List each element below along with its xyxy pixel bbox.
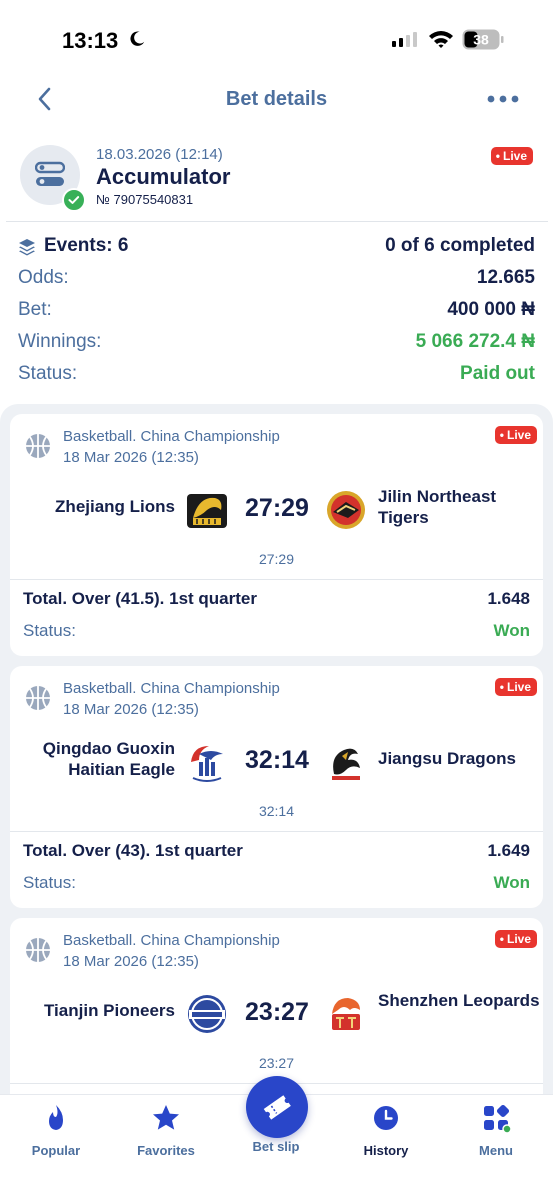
more-dots-icon[interactable] <box>486 94 520 104</box>
divider <box>6 221 548 222</box>
live-badge: Live <box>490 147 533 165</box>
signal-icon <box>392 31 417 47</box>
odd: 1.649 <box>487 841 530 860</box>
tab-label: Menu <box>479 1143 513 1158</box>
event-date: 18 Mar 2026 (12:35) <box>63 701 199 718</box>
event-status-label: Status: <box>23 873 76 892</box>
moon-icon <box>130 31 145 46</box>
event-date: 18 Mar 2026 (12:35) <box>63 953 199 970</box>
summary-events-row: Events: 6 0 of 6 completed <box>18 232 535 260</box>
toggles-icon <box>35 161 65 186</box>
divider <box>10 831 543 832</box>
event-status-label: Status: <box>23 621 76 640</box>
odds-value: 12.665 <box>476 267 535 288</box>
status-time: 13:13 <box>62 28 119 53</box>
odds-label: Odds: <box>18 267 69 288</box>
team-logo-jilin-tigers <box>327 491 365 529</box>
score: 27:29 <box>245 494 309 522</box>
market: Total. Over (41.5). 1st quarter <box>23 589 257 608</box>
battery-level: 38 <box>473 32 489 48</box>
status-value: Paid out <box>460 363 535 384</box>
basketball-icon <box>26 434 50 458</box>
status-bar: 13:13 38 <box>0 0 553 80</box>
event-time: 27:29 <box>258 551 295 567</box>
event-time: 32:14 <box>258 803 295 819</box>
team-logo-shenzhen-leopards <box>332 998 360 1030</box>
event-time: 23:27 <box>258 1055 295 1071</box>
winnings-value: 5 066 272.4 ₦ <box>415 331 535 352</box>
event-league: Basketball. China Championship <box>63 680 280 697</box>
tab-label: Favorites <box>137 1143 195 1158</box>
event-status-value: Won <box>493 621 530 640</box>
bet-type: Accumulator <box>96 164 231 189</box>
wifi-icon <box>429 31 453 48</box>
tab-history[interactable]: History <box>336 1103 436 1158</box>
team-logo-qingdao-eagles <box>191 746 223 782</box>
score: 23:27 <box>245 998 309 1026</box>
tab-label: History <box>363 1143 409 1158</box>
event-league: Basketball. China Championship <box>63 428 280 445</box>
events-list: Basketball. China Championship 18 Mar 20… <box>0 404 553 1160</box>
live-badge: Live <box>494 930 537 948</box>
bet-label: Bet: <box>18 299 52 320</box>
tab-label: Popular <box>31 1143 81 1158</box>
layers-icon <box>19 239 35 256</box>
basketball-icon <box>26 938 50 962</box>
home-team: Qingdao Guoxin Haitian Eagle <box>42 739 175 779</box>
check-icon <box>62 188 86 212</box>
summary-status-row: Status: Paid out <box>18 360 535 388</box>
basketball-icon <box>26 686 50 710</box>
event-date: 18 Mar 2026 (12:35) <box>63 449 199 466</box>
bet-value: 400 000 ₦ <box>447 299 535 320</box>
page-title: Bet details <box>225 88 328 110</box>
battery-icon: 38 <box>462 29 504 50</box>
divider <box>10 579 543 580</box>
live-badge: Live <box>494 678 537 696</box>
winnings-label: Winnings: <box>18 331 102 352</box>
home-team: Tianjin Pioneers <box>43 1001 175 1020</box>
team-logo-zhejiang-lions <box>187 494 227 528</box>
home-team: Zhejiang Lions <box>55 497 175 516</box>
event-league: Basketball. China Championship <box>63 932 280 949</box>
bet-slip-button[interactable] <box>246 1076 308 1138</box>
grid-icon <box>484 1104 511 1133</box>
odd: 1.648 <box>487 589 530 608</box>
summary-odds-row: Odds: 12.665 <box>18 264 535 292</box>
summary-bet-row: Bet: 400 000 ₦ <box>18 296 535 324</box>
tab-favorites[interactable]: Favorites <box>116 1103 216 1158</box>
away-team: Jiangsu Dragons <box>378 749 516 768</box>
status-label: Status: <box>18 363 78 384</box>
bet-header: 18.03.2026 (12:14) Accumulator № 7907554… <box>0 140 553 222</box>
away-team: Shenzhen Leopards <box>378 991 540 1010</box>
team-logo-jiangsu-dragons <box>332 748 360 780</box>
bet-date: 18.03.2026 (12:14) <box>96 146 223 163</box>
event-card[interactable]: Basketball. China Championship 18 Mar 20… <box>10 414 543 656</box>
bet-number: № 79075540831 <box>96 192 194 207</box>
live-badge: Live <box>494 426 537 444</box>
event-card[interactable]: Basketball. China Championship 18 Mar 20… <box>10 666 543 908</box>
events-value: 0 of 6 completed <box>385 235 535 256</box>
tab-menu[interactable]: Menu <box>446 1103 546 1158</box>
star-icon <box>153 1105 179 1130</box>
nav-bar: Bet details <box>0 78 553 122</box>
tab-popular[interactable]: Popular <box>6 1103 106 1158</box>
away-team: Jilin Northeast Tigers <box>378 487 497 527</box>
summary-winnings-row: Winnings: 5 066 272.4 ₦ <box>18 328 535 356</box>
tab-label: Bet slip <box>252 1139 300 1154</box>
team-logo-tianjin-pioneers <box>188 995 226 1033</box>
event-status-value: Won <box>493 873 530 892</box>
clock-icon <box>374 1106 398 1130</box>
score: 32:14 <box>245 746 309 774</box>
ticket-icon <box>263 1095 291 1120</box>
bet-details-screen: 13:13 38 Bet details 18.03.2026 (12:14) … <box>0 0 553 1200</box>
market: Total. Over (43). 1st quarter <box>23 841 243 860</box>
fire-icon <box>49 1105 63 1130</box>
events-label: Events: 6 <box>44 235 129 256</box>
